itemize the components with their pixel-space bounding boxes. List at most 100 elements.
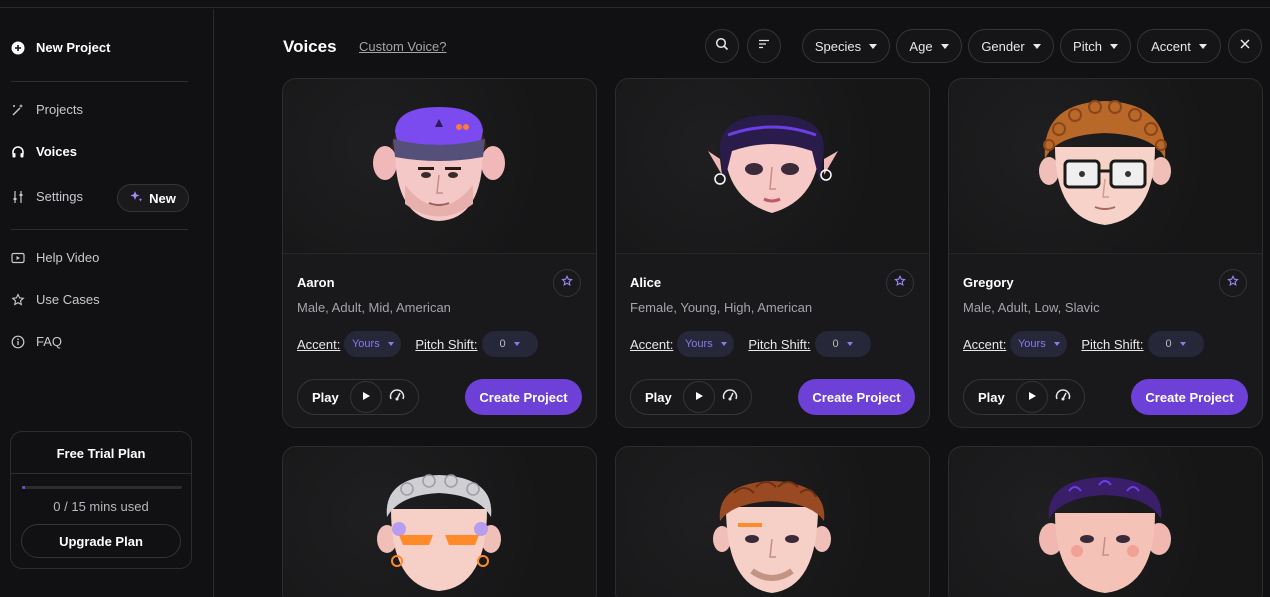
sparkle-icon <box>130 190 143 206</box>
custom-voice-link[interactable]: Custom Voice? <box>359 39 446 54</box>
sidebar-item-label: Settings <box>36 189 83 204</box>
new-badge[interactable]: New <box>117 184 189 212</box>
chevron-down-icon <box>846 342 853 346</box>
filter-label: Accent <box>1151 38 1191 54</box>
chevron-down-icon <box>513 342 520 346</box>
sidebar-item-label: Use Cases <box>36 292 100 307</box>
star-icon <box>894 274 906 292</box>
filter-pitch[interactable]: Pitch <box>1060 29 1131 63</box>
star-icon <box>561 274 573 292</box>
voice-avatar-alice <box>616 79 929 254</box>
voice-card-alice[interactable]: Alice Female, Young, High, American Acce… <box>615 78 930 428</box>
usage-progress-fill <box>22 486 26 489</box>
voice-name: Gregory <box>963 275 1014 290</box>
chevron-down-icon <box>720 342 727 346</box>
voice-avatar-aaron <box>283 79 596 254</box>
pitch-shift-select[interactable]: 0 <box>814 331 871 357</box>
accent-select[interactable]: Yours <box>1010 331 1068 357</box>
accent-value: Yours <box>1017 338 1046 350</box>
pitch-shift-value: 0 <box>832 338 839 350</box>
speed-gauge-button[interactable] <box>719 386 741 408</box>
sidebar-item-projects[interactable]: Projects <box>11 102 83 117</box>
accent-label: Accent: <box>630 336 674 352</box>
accent-value: Yours <box>351 338 380 350</box>
play-button[interactable] <box>1016 381 1048 413</box>
play-icon <box>361 388 371 406</box>
voice-card-aaron[interactable]: Aaron Male, Adult, Mid, American Accent:… <box>282 78 597 428</box>
play-icon <box>694 388 704 406</box>
voice-card[interactable] <box>948 446 1263 597</box>
pitch-shift-value: 0 <box>1165 338 1172 350</box>
pitch-shift-label: Pitch Shift: <box>415 336 478 352</box>
voice-avatar-gregory <box>949 79 1262 254</box>
create-project-button[interactable]: Create Project <box>1131 379 1248 415</box>
voice-card[interactable] <box>615 446 930 597</box>
sidebar-divider <box>11 229 188 230</box>
voice-controls: Accent: Yours Pitch Shift: 0 <box>963 331 1204 357</box>
voice-description: Male, Adult, Mid, American <box>297 300 451 315</box>
sidebar-item-label: Voices <box>36 144 77 159</box>
pitch-shift-select[interactable]: 0 <box>1147 331 1204 357</box>
sidebar-item-settings[interactable]: Settings <box>11 189 83 204</box>
upgrade-plan-button[interactable]: Upgrade Plan <box>21 524 181 558</box>
chevron-down-icon <box>387 342 394 346</box>
sidebar-item-faq[interactable]: FAQ <box>11 334 62 349</box>
create-project-button[interactable]: Create Project <box>465 379 582 415</box>
sidebar-item-use-cases[interactable]: Use Cases <box>11 292 100 307</box>
favorite-button[interactable] <box>1219 269 1247 297</box>
play-label: Play <box>978 389 1005 405</box>
plan-title: Free Trial Plan <box>56 446 146 461</box>
voice-name: Aaron <box>297 275 335 290</box>
pitch-shift-label: Pitch Shift: <box>1081 336 1144 352</box>
sort-button[interactable] <box>747 29 781 63</box>
filter-age[interactable]: Age <box>896 29 962 63</box>
play-group: Play <box>630 379 752 415</box>
accent-select[interactable]: Yours <box>677 331 735 357</box>
chevron-down-icon <box>869 43 878 49</box>
chevron-down-icon <box>1198 43 1207 49</box>
favorite-button[interactable] <box>886 269 914 297</box>
magic-wand-icon <box>11 103 25 117</box>
pitch-shift-label: Pitch Shift: <box>748 336 811 352</box>
sidebar-item-help-video[interactable]: Help Video <box>11 250 99 265</box>
sidebar-item-label: Projects <box>36 102 83 117</box>
voice-card[interactable] <box>282 446 597 597</box>
sort-icon <box>757 37 771 56</box>
play-button[interactable] <box>350 381 382 413</box>
filter-gender[interactable]: Gender <box>968 29 1054 63</box>
pitch-shift-select[interactable]: 0 <box>481 331 538 357</box>
voice-card-gregory[interactable]: Gregory Male, Adult, Low, Slavic Accent:… <box>948 78 1263 428</box>
accent-value: Yours <box>684 338 713 350</box>
voice-description: Male, Adult, Low, Slavic <box>963 300 1100 315</box>
speed-gauge-button[interactable] <box>1052 386 1074 408</box>
voice-description: Female, Young, High, American <box>630 300 813 315</box>
favorite-button[interactable] <box>553 269 581 297</box>
play-group: Play <box>297 379 419 415</box>
sidebar-item-voices[interactable]: Voices <box>11 144 77 159</box>
page-title: Voices <box>283 37 337 56</box>
filter-species[interactable]: Species <box>802 29 890 63</box>
star-icon <box>11 292 25 307</box>
voice-avatar <box>283 447 596 597</box>
chevron-down-icon <box>1053 342 1060 346</box>
sidebar-divider <box>11 81 188 82</box>
plus-circle-icon <box>11 41 25 55</box>
play-group: Play <box>963 379 1085 415</box>
sliders-icon <box>11 190 25 204</box>
search-button[interactable] <box>705 29 739 63</box>
accent-select[interactable]: Yours <box>344 331 402 357</box>
play-button[interactable] <box>683 381 715 413</box>
plan-divider <box>11 473 191 474</box>
voice-controls: Accent: Yours Pitch Shift: 0 <box>297 331 538 357</box>
create-project-button[interactable]: Create Project <box>798 379 915 415</box>
chevron-down-icon <box>940 43 949 49</box>
search-icon <box>715 37 729 56</box>
filter-accent[interactable]: Accent <box>1137 29 1221 63</box>
clear-filters-button[interactable] <box>1228 29 1262 63</box>
filter-label: Pitch <box>1073 38 1102 54</box>
plan-panel: Free Trial Plan 0 / 15 mins used Upgrade… <box>10 431 192 569</box>
new-project-button[interactable]: New Project <box>11 40 110 55</box>
speed-gauge-button[interactable] <box>386 386 408 408</box>
filter-label: Age <box>909 38 933 54</box>
sidebar: New Project Projects Voices Settings New… <box>0 9 214 597</box>
